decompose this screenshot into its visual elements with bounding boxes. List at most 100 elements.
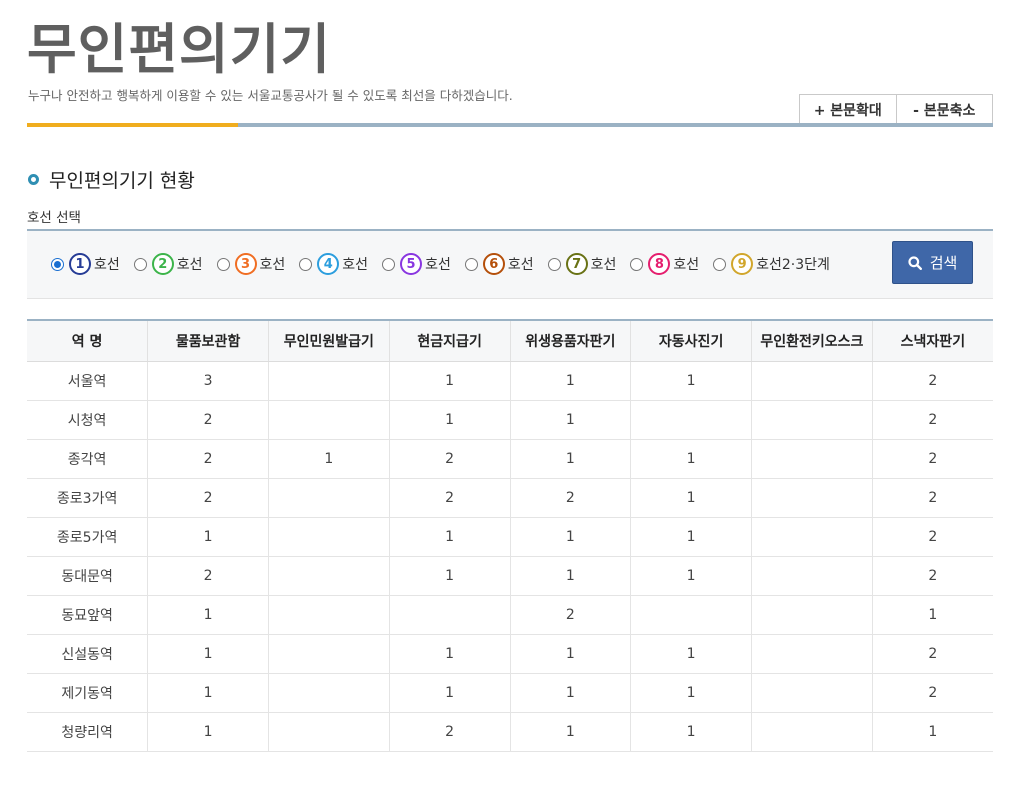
line-number-badge: 2 [151, 253, 174, 275]
line-option-5[interactable]: 5 호선 [382, 253, 451, 275]
line-radio-8[interactable] [630, 257, 644, 271]
section-title: 무인편의기기 현황 [49, 170, 195, 192]
line-option-1[interactable]: 1 호선 [51, 253, 120, 275]
line-radio-3[interactable] [216, 257, 230, 271]
table-row: 시청역 2 1 1 2 [27, 400, 993, 440]
count-cell [268, 361, 390, 401]
count-cell: 2 [147, 400, 269, 440]
line-label: 호선 [94, 257, 120, 273]
count-cell [751, 439, 873, 479]
column-header: 자동사진기 [630, 320, 752, 362]
count-cell [268, 634, 390, 674]
line-option-2[interactable]: 2 호선 [133, 253, 203, 275]
title-divider-accent [27, 123, 238, 127]
table-row: 동대문역 2 1 1 1 2 [27, 556, 993, 596]
station-name-cell: 시청역 [27, 400, 148, 440]
count-cell: 1 [268, 439, 390, 479]
text-zoom-controls: + 본문확대 - 본문축소 [799, 94, 993, 125]
count-cell: 1 [147, 712, 269, 752]
count-cell: 1 [630, 556, 752, 596]
line-radio-9[interactable] [713, 257, 727, 271]
count-cell [751, 517, 873, 557]
count-cell: 1 [630, 517, 752, 557]
count-cell: 1 [388, 361, 510, 401]
line-label: 호선2·3단계 [756, 257, 830, 273]
line-radio-1[interactable] [51, 257, 64, 271]
line-select-label: 호선 선택 [27, 210, 81, 226]
count-cell: 1 [147, 673, 269, 713]
search-icon [908, 255, 922, 270]
count-cell [751, 361, 873, 401]
station-name-cell: 서울역 [27, 361, 148, 401]
page-title: 무인편의기기 [27, 18, 332, 81]
line-radio-group: 1 호선 2 호선 3 호선 4 호선 5 호선 6 호선 7 호선 8 호선 9 호선2·3단계 [51, 253, 844, 275]
line-option-4[interactable]: 4 호선 [299, 253, 368, 275]
count-cell [268, 673, 390, 713]
table-row: 동묘앞역 1 2 1 [27, 595, 993, 635]
count-cell: 1 [630, 673, 752, 713]
line-option-3[interactable]: 3 호선 [216, 253, 285, 275]
count-cell: 1 [388, 556, 510, 596]
table-row: 종각역 2 1 2 1 1 2 [27, 439, 993, 479]
line-radio-7[interactable] [547, 257, 561, 271]
count-cell: 2 [147, 556, 269, 596]
line-radio-6[interactable] [464, 257, 478, 271]
table-row: 신설동역 1 1 1 1 2 [27, 634, 993, 674]
line-option-8[interactable]: 8 호선 [630, 253, 699, 275]
count-cell: 2 [871, 517, 993, 557]
table-row: 종로5가역 1 1 1 1 2 [27, 517, 993, 557]
search-button-label: 검색 [929, 254, 958, 272]
count-cell: 2 [871, 361, 993, 401]
station-name-cell: 신설동역 [27, 634, 148, 674]
line-radio-4[interactable] [299, 257, 313, 271]
count-cell: 3 [147, 361, 269, 401]
count-cell [630, 400, 752, 440]
zoom-out-button[interactable]: - 본문축소 [895, 95, 993, 125]
count-cell [268, 400, 390, 440]
line-option-7[interactable]: 7 호선 [547, 253, 616, 275]
count-cell: 1 [509, 712, 631, 752]
count-cell: 1 [388, 634, 510, 674]
line-label: 호선 [176, 257, 203, 273]
count-cell: 1 [509, 361, 631, 401]
count-cell: 2 [147, 439, 269, 479]
count-cell: 1 [630, 712, 752, 752]
station-name-cell: 동대문역 [27, 556, 148, 596]
count-cell: 2 [147, 478, 269, 518]
count-cell [268, 712, 390, 752]
count-cell: 1 [630, 439, 752, 479]
count-cell [751, 595, 873, 635]
station-name-cell: 종로3가역 [27, 478, 148, 518]
line-radio-5[interactable] [382, 257, 396, 271]
count-cell: 1 [871, 712, 993, 752]
line-number-badge: 6 [482, 253, 505, 275]
line-option-9[interactable]: 9 호선2·3단계 [713, 253, 830, 275]
count-cell [268, 517, 390, 557]
search-button[interactable]: 검색 [892, 241, 973, 284]
count-cell: 2 [871, 556, 993, 596]
count-cell [751, 556, 873, 596]
count-cell [751, 478, 873, 518]
count-cell: 2 [388, 478, 510, 518]
column-header: 역 명 [27, 320, 148, 362]
line-number-badge: 3 [234, 253, 257, 275]
line-label: 호선 [425, 257, 451, 273]
table-row: 청량리역 1 2 1 1 1 [27, 712, 993, 752]
count-cell [751, 634, 873, 674]
count-cell: 1 [388, 517, 510, 557]
count-cell: 1 [630, 634, 752, 674]
column-header: 현금지급기 [388, 320, 510, 362]
line-number-badge: 5 [400, 253, 423, 275]
count-cell: 1 [509, 673, 631, 713]
count-cell [268, 595, 390, 635]
zoom-in-button[interactable]: + 본문확대 [800, 95, 896, 125]
count-cell: 1 [509, 439, 631, 479]
bullet-icon [28, 174, 39, 185]
count-cell [268, 478, 390, 518]
line-radio-2[interactable] [133, 257, 147, 271]
section-heading: 무인편의기기 현황 [28, 166, 195, 193]
count-cell [268, 556, 390, 596]
column-header: 물품보관함 [147, 320, 269, 362]
line-option-6[interactable]: 6 호선 [464, 253, 534, 275]
count-cell: 2 [871, 478, 993, 518]
